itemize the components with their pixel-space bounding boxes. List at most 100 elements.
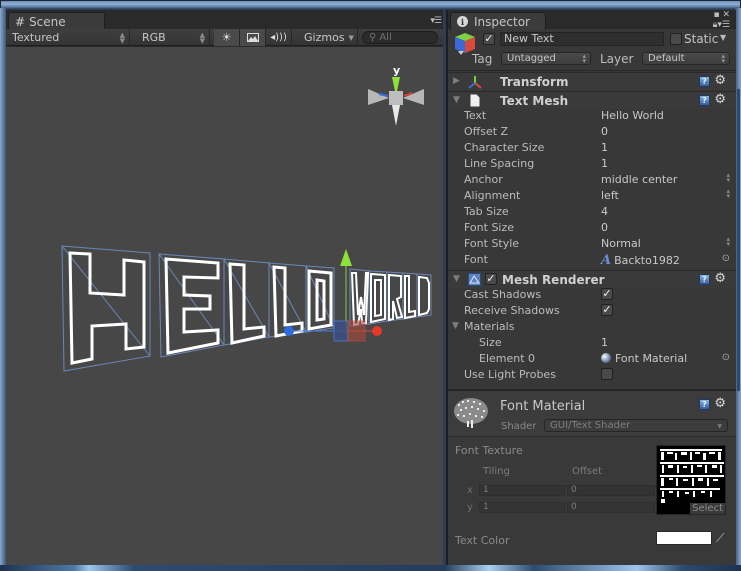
tab-inspector-label: Inspector <box>474 14 530 29</box>
prop-text[interactable]: Text Hello World <box>464 108 734 124</box>
font-object-field[interactable]: A Backto1982 <box>601 253 680 268</box>
close-icon[interactable]: ✕ <box>722 10 730 20</box>
prop-alignment[interactable]: Alignment left ▴ ▾ <box>464 188 734 204</box>
gizmo-z-cone[interactable] <box>368 89 389 105</box>
select-texture-button[interactable]: Select <box>690 503 725 514</box>
active-checkbox[interactable]: ✓ <box>483 33 495 45</box>
audio-toggle[interactable]: ◂))) <box>266 29 292 46</box>
static-checkbox[interactable] <box>670 33 682 45</box>
help-book-icon[interactable]: ? <box>699 76 710 87</box>
offset-z-field[interactable]: 0 <box>601 125 608 138</box>
prop-cast-shadows[interactable]: Cast Shadows ✓ <box>464 287 734 303</box>
transform-component-header[interactable]: ▶ Transform ? ⚙ <box>448 72 736 90</box>
search-icon: ⚲ <box>369 32 377 43</box>
gear-icon[interactable]: ⚙ <box>714 396 726 411</box>
prop-label: Font Style <box>464 237 520 250</box>
prop-font[interactable]: Font A Backto1982 ⊙ <box>464 252 734 268</box>
text-mesh-object[interactable] <box>61 245 432 372</box>
tab-size-field[interactable]: 4 <box>601 205 608 218</box>
layer-dropdown[interactable]: Default ▴ ▾ <box>642 52 730 65</box>
prop-use-light-probes[interactable]: Use Light Probes <box>464 367 734 383</box>
help-book-icon[interactable]: ? <box>699 274 710 285</box>
gizmo-x-cone[interactable] <box>403 89 424 105</box>
maximize-icon[interactable]: ▪ <box>713 10 719 20</box>
meshrenderer-enabled-checkbox[interactable]: ✓ <box>485 273 497 285</box>
xy-plane-handle[interactable] <box>347 320 366 342</box>
gizmos-dropdown[interactable]: Gizmos ▼ <box>298 29 358 46</box>
text-color-label: Text Color <box>455 534 510 547</box>
prop-offset-z[interactable]: Offset Z 0 <box>464 124 734 140</box>
font-texture-thumbnail[interactable]: Select <box>656 445 726 515</box>
help-book-icon[interactable]: ? <box>699 399 710 410</box>
collapse-arrow-icon[interactable]: ▼ <box>453 95 460 105</box>
render-mode-dropdown[interactable]: Textured ▲ ▼ <box>6 29 130 46</box>
gizmo-center-cube[interactable] <box>389 91 403 105</box>
help-book-icon[interactable]: ? <box>699 95 710 106</box>
panel-menu-icon[interactable]: ▾☰ <box>430 16 442 26</box>
eyedropper-icon[interactable]: ⟋ <box>716 531 724 546</box>
textmesh-component-header[interactable]: ▼ Text Mesh ? ⚙ <box>448 91 736 109</box>
tab-inspector[interactable]: i Inspector <box>450 12 546 30</box>
color-mode-dropdown[interactable]: RGB ▲ ▼ <box>136 29 210 46</box>
font-style-dropdown[interactable]: Normal <box>601 237 641 250</box>
prop-character-size[interactable]: Character Size 1 <box>464 140 734 156</box>
prop-receive-shadows[interactable]: Receive Shadows ✓ <box>464 303 734 319</box>
alignment-dropdown[interactable]: left <box>601 189 619 202</box>
offset-y-field[interactable]: 0 <box>567 502 655 513</box>
cast-shadows-checkbox[interactable]: ✓ <box>601 288 613 300</box>
anchor-dropdown[interactable]: middle center <box>601 173 677 186</box>
text-color-swatch[interactable] <box>656 531 712 545</box>
y-axis-arrow[interactable] <box>340 249 352 266</box>
prop-font-style[interactable]: Font Style Normal ▴ ▾ <box>464 236 734 252</box>
object-picker-icon[interactable]: ⊙ <box>722 253 730 264</box>
element0-object-field[interactable]: Font Material <box>601 352 687 365</box>
orientation-gizmo[interactable]: y <box>368 64 424 126</box>
meshrenderer-component-header[interactable]: ▼ ✓ Mesh Renderer ? ⚙ <box>448 270 736 288</box>
prop-font-size[interactable]: Font Size 0 <box>464 220 734 236</box>
prop-element-0[interactable]: Element 0 Font Material ⊙ <box>479 351 734 367</box>
speaker-icon: ◂))) <box>270 32 287 43</box>
receive-shadows-checkbox[interactable]: ✓ <box>601 304 613 316</box>
z-axis-handle[interactable] <box>284 326 294 336</box>
scene-canvas[interactable]: y <box>6 47 443 566</box>
gameobject-name-input[interactable]: New Text <box>500 32 664 46</box>
material-name: Font Material <box>500 399 586 414</box>
scene-viewport[interactable]: y <box>6 47 443 566</box>
prop-materials[interactable]: ▼ Materials <box>452 319 722 335</box>
prop-label: Element 0 <box>479 352 536 365</box>
prop-anchor[interactable]: Anchor middle center ▴ ▾ <box>464 172 734 188</box>
scene-search-input[interactable]: ⚲ All <box>362 31 438 44</box>
gear-icon[interactable]: ⚙ <box>714 73 726 88</box>
materials-foldout-label[interactable]: Materials <box>464 320 514 333</box>
use-light-probes-checkbox[interactable] <box>601 368 613 380</box>
tiling-y-field[interactable]: 1 <box>479 502 565 513</box>
prop-line-spacing[interactable]: Line Spacing 1 <box>464 156 734 172</box>
line-spacing-field[interactable]: 1 <box>601 157 608 170</box>
font-size-field[interactable]: 0 <box>601 221 608 234</box>
gear-icon[interactable]: ⚙ <box>714 92 726 107</box>
collapse-arrow-icon[interactable]: ▼ <box>452 321 459 331</box>
prop-materials-size[interactable]: Size 1 <box>479 335 734 351</box>
skybox-toggle[interactable] <box>240 29 266 46</box>
object-picker-icon[interactable]: ⊙ <box>722 352 730 363</box>
lighting-toggle[interactable]: ☀ <box>214 29 240 46</box>
tiling-x-field[interactable]: 1 <box>479 485 565 496</box>
materials-size-field[interactable]: 1 <box>601 336 608 349</box>
tag-dropdown[interactable]: Untagged ▴ ▾ <box>501 52 591 65</box>
prop-tab-size[interactable]: Tab Size 4 <box>464 204 734 220</box>
expand-arrow-icon[interactable]: ▶ <box>453 76 460 86</box>
shader-dropdown[interactable]: GUI/Text Shader ▼ <box>544 419 728 432</box>
character-size-field[interactable]: 1 <box>601 141 608 154</box>
yz-plane-handle[interactable] <box>333 320 349 342</box>
offset-x-field[interactable]: 0 <box>567 485 655 496</box>
gear-icon[interactable]: ⚙ <box>714 271 726 286</box>
static-dropdown-icon[interactable]: ▼ <box>720 33 726 42</box>
gizmo-neg-y-cone[interactable] <box>392 105 400 126</box>
collapse-arrow-icon[interactable]: ▼ <box>453 274 460 284</box>
x-axis-handle[interactable] <box>372 326 382 336</box>
text-value-field[interactable]: Hello World <box>601 109 664 122</box>
font-value: Backto1982 <box>614 254 680 267</box>
tab-scene[interactable]: # Scene <box>8 12 105 30</box>
inspector-scrollbar[interactable] <box>737 89 740 391</box>
tab-scene-label: Scene <box>29 14 66 29</box>
